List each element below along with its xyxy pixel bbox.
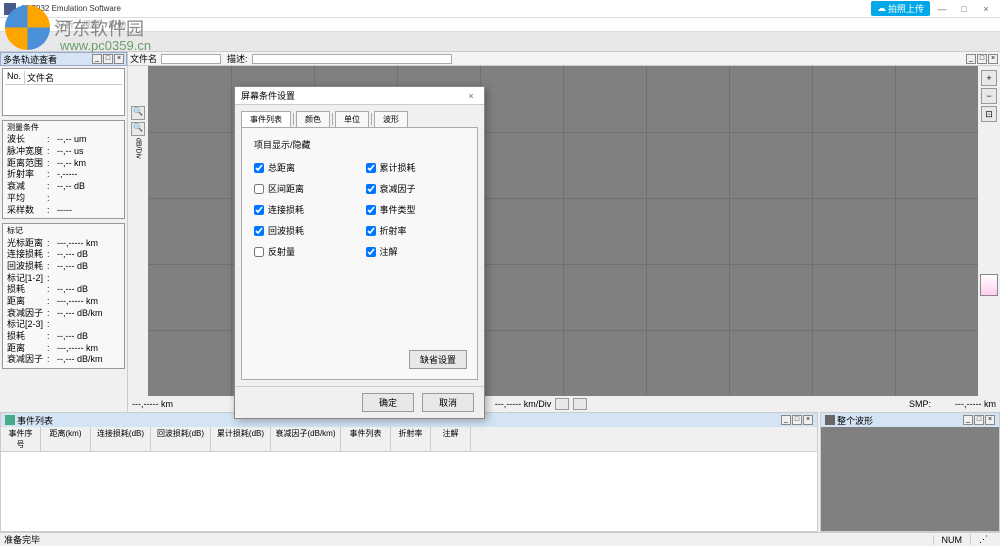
checkbox-input[interactable] xyxy=(366,226,376,236)
checkbox-input[interactable] xyxy=(366,163,376,173)
checkbox-item[interactable]: 累计损耗 xyxy=(366,161,466,174)
screen-settings-dialog: 屏幕条件设置 × 事件列表 颜色 单位 波形 项目显示/隐藏 总距离 累计损耗区间… xyxy=(234,86,485,419)
checkbox-item[interactable]: 总距离 xyxy=(254,161,354,174)
checkbox-item[interactable]: 衰减因子 xyxy=(366,182,466,195)
checkbox-item[interactable]: 区间距离 xyxy=(254,182,354,195)
checkbox-label: 回波损耗 xyxy=(268,224,304,237)
checkbox-label: 衰减因子 xyxy=(380,182,416,195)
tab-event-list[interactable]: 事件列表 xyxy=(241,111,291,127)
checkbox-input[interactable] xyxy=(254,184,264,194)
checkbox-item[interactable]: 折射率 xyxy=(366,224,466,237)
tab-color[interactable]: 颜色 xyxy=(296,111,330,127)
cancel-button[interactable]: 取消 xyxy=(422,393,474,412)
checkbox-label: 注解 xyxy=(380,245,398,258)
checkbox-item[interactable]: 注解 xyxy=(366,245,466,258)
tab-waveform[interactable]: 波形 xyxy=(374,111,408,127)
dialog-tabs: 事件列表 颜色 单位 波形 xyxy=(235,105,484,127)
checkbox-item[interactable]: 连接损耗 xyxy=(254,203,354,216)
ok-button[interactable]: 确定 xyxy=(362,393,414,412)
checkbox-label: 连接损耗 xyxy=(268,203,304,216)
checkbox-label: 反射量 xyxy=(268,245,295,258)
checkbox-input[interactable] xyxy=(254,163,264,173)
checkbox-input[interactable] xyxy=(254,226,264,236)
checkbox-label: 总距离 xyxy=(268,161,295,174)
checkbox-input[interactable] xyxy=(366,205,376,215)
dialog-title-text: 屏幕条件设置 xyxy=(241,89,295,102)
checkbox-item[interactable]: 反射量 xyxy=(254,245,354,258)
checkbox-label: 折射率 xyxy=(380,224,407,237)
dialog-titlebar[interactable]: 屏幕条件设置 × xyxy=(235,87,484,105)
tab-unit[interactable]: 单位 xyxy=(335,111,369,127)
checkbox-label: 区间距离 xyxy=(268,182,304,195)
checkbox-input[interactable] xyxy=(366,184,376,194)
checkbox-item[interactable]: 事件类型 xyxy=(366,203,466,216)
checkbox-label: 累计损耗 xyxy=(380,161,416,174)
checkbox-item[interactable]: 回波损耗 xyxy=(254,224,354,237)
checkbox-input[interactable] xyxy=(366,247,376,257)
checkbox-input[interactable] xyxy=(254,205,264,215)
checkbox-label: 事件类型 xyxy=(380,203,416,216)
checkbox-input[interactable] xyxy=(254,247,264,257)
default-settings-button[interactable]: 缺省设置 xyxy=(409,350,467,369)
dialog-close-button[interactable]: × xyxy=(464,91,478,101)
dialog-section-title: 项目显示/隐藏 xyxy=(254,138,465,151)
